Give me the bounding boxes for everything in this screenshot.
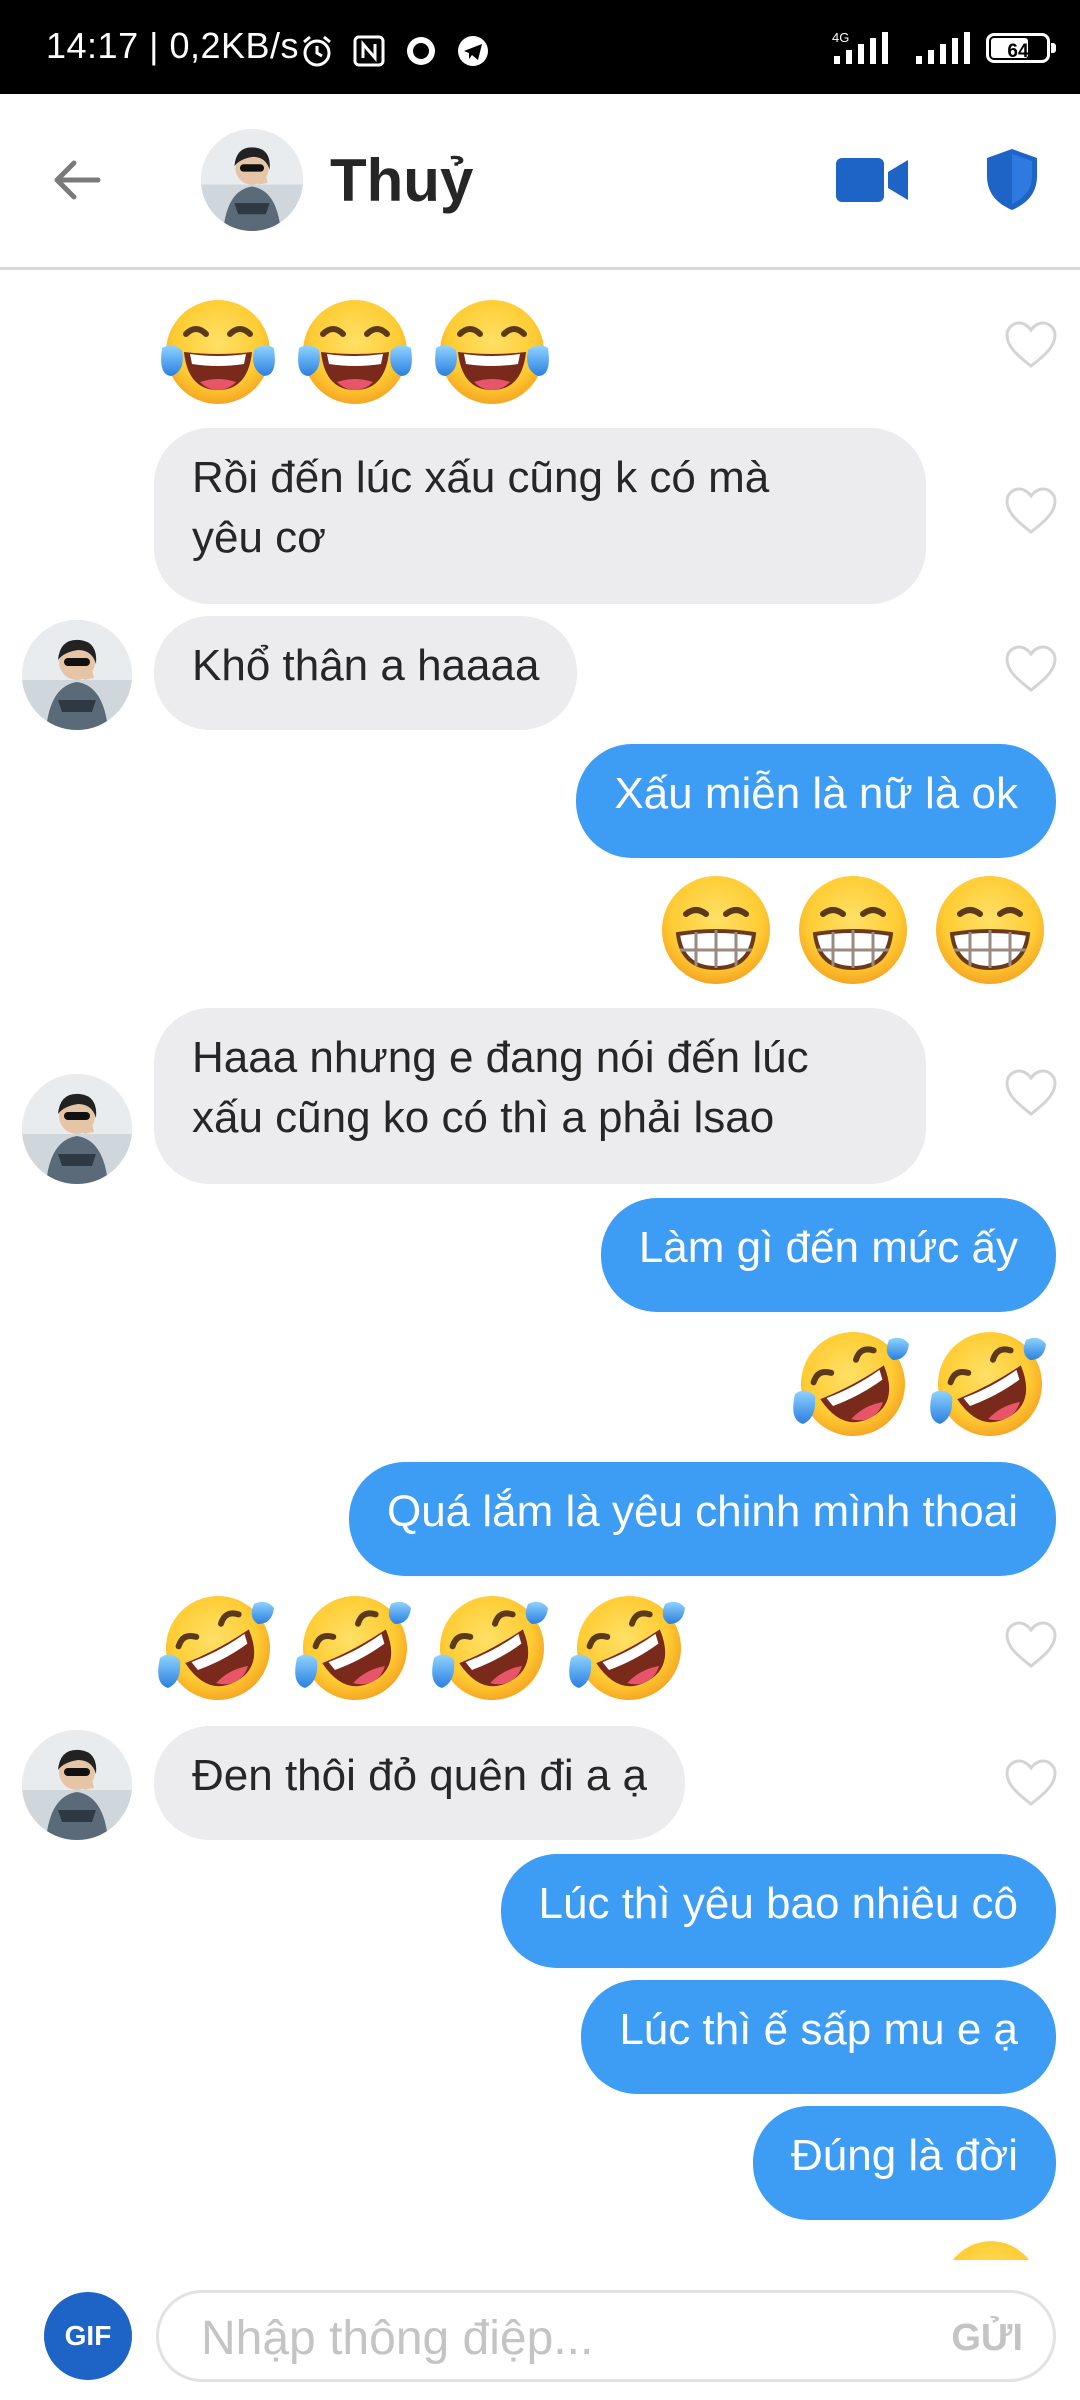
message-text: Lúc thì yêu bao nhiêu cô — [538, 1879, 1018, 1928]
message-text: Xấu miễn là nữ là ok — [614, 769, 1018, 818]
contact-name[interactable]: Thuỷ — [330, 146, 473, 215]
signal-icon — [916, 32, 970, 64]
grinning-face-icon — [793, 870, 913, 990]
grinning-face-icon — [656, 870, 776, 990]
alarm-icon — [303, 35, 331, 67]
network-label: 4G — [832, 30, 849, 45]
partial-emoji-icon — [936, 2232, 1046, 2260]
outgoing-message-bubble[interactable]: Lúc thì ế sấp mu e ạ — [581, 1980, 1056, 2094]
outgoing-message-bubble[interactable]: Đúng là đời — [753, 2106, 1056, 2220]
rolling-on-floor-laughing-icon — [295, 1588, 415, 1708]
status-system-icons: 4G 64 — [830, 30, 1056, 66]
avatar-image — [201, 129, 303, 231]
message-text: yêu cơ — [192, 513, 327, 562]
emoji-message[interactable] — [158, 1588, 689, 1708]
status-notification-icons — [300, 34, 490, 68]
incoming-message-bubble[interactable]: Haaa nhưng e đang nói đến lúc xấu cũng k… — [154, 1008, 926, 1184]
status-time: 14:17 | 0,2KB/s — [46, 25, 300, 66]
outgoing-message-bubble[interactable]: Quá lắm là yêu chinh mình thoai — [348, 1462, 1056, 1576]
chat-header: Thuỷ — [0, 94, 1080, 270]
outgoing-message-bubble[interactable]: Làm gì đến mức ấy — [600, 1198, 1056, 1312]
like-heart-icon[interactable] — [1004, 1758, 1058, 1808]
rolling-on-floor-laughing-icon — [793, 1324, 913, 1444]
emoji-message[interactable] — [158, 290, 552, 410]
message-text: Haaa nhưng e đang nói đến lúc — [192, 1033, 809, 1082]
like-heart-icon[interactable] — [1004, 486, 1058, 536]
contact-avatar[interactable] — [201, 129, 303, 231]
battery-icon: 64 — [986, 33, 1056, 63]
sender-avatar[interactable] — [22, 1074, 132, 1184]
outgoing-message-bubble[interactable]: Lúc thì yêu bao nhiêu cô — [500, 1854, 1056, 1968]
avatar-image — [22, 620, 132, 730]
like-heart-icon[interactable] — [1004, 644, 1058, 694]
face-with-tears-of-joy-icon — [432, 290, 552, 410]
avatar-image — [22, 1074, 132, 1184]
sender-avatar[interactable] — [22, 620, 132, 730]
signal-4g-icon: 4G — [832, 30, 888, 64]
message-text: Quá lắm là yêu chinh mình thoai — [386, 1487, 1018, 1536]
sender-avatar[interactable] — [22, 1730, 132, 1840]
message-text: Lúc thì ế sấp mu e ạ — [619, 2005, 1018, 2054]
message-text: Làm gì đến mức ấy — [638, 1223, 1018, 1272]
emoji-message[interactable] — [793, 1324, 1050, 1444]
grinning-face-icon — [930, 870, 1050, 990]
message-text: Khổ thân a haaaa — [192, 641, 540, 690]
telegram-icon — [458, 36, 488, 66]
emoji-message[interactable] — [656, 870, 1050, 990]
nfc-icon — [353, 35, 385, 67]
status-bar: 14:17 | 0,2KB/s 4G 64 — [0, 0, 1080, 94]
face-with-tears-of-joy-icon — [158, 290, 278, 410]
record-icon — [407, 37, 435, 65]
message-text: Đen thôi đỏ quên đi a ạ — [192, 1751, 648, 1800]
avatar-image — [22, 1730, 132, 1840]
like-heart-icon[interactable] — [1004, 320, 1058, 370]
message-input[interactable] — [199, 2307, 843, 2369]
face-with-tears-of-joy-icon — [295, 290, 415, 410]
message-composer: GIF GỬI — [0, 2260, 1080, 2400]
like-heart-icon[interactable] — [1004, 1068, 1058, 1118]
outgoing-message-bubble[interactable]: Xấu miễn là nữ là ok — [576, 744, 1056, 858]
rolling-on-floor-laughing-icon — [930, 1324, 1050, 1444]
rolling-on-floor-laughing-icon — [569, 1588, 689, 1708]
shield-icon[interactable] — [984, 146, 1040, 212]
incoming-message-bubble[interactable]: Khổ thân a haaaa — [154, 616, 578, 730]
message-list[interactable]: Rồi đến lúc xấu cũng k có mà yêu cơ Khổ … — [0, 270, 1080, 2260]
like-heart-icon[interactable] — [1004, 1620, 1058, 1670]
send-button[interactable]: GỬI — [951, 2317, 1023, 2360]
message-text: Rồi đến lúc xấu cũng k có mà — [192, 453, 770, 502]
back-arrow-icon[interactable] — [46, 149, 108, 211]
video-call-icon[interactable] — [834, 154, 910, 206]
incoming-message-bubble[interactable]: Đen thôi đỏ quên đi a ạ — [154, 1726, 686, 1840]
message-input-box[interactable]: GỬI — [156, 2290, 1056, 2382]
rolling-on-floor-laughing-icon — [432, 1588, 552, 1708]
incoming-message-bubble[interactable]: Rồi đến lúc xấu cũng k có mà yêu cơ — [154, 428, 926, 604]
rolling-on-floor-laughing-icon — [158, 1588, 278, 1708]
battery-level: 64 — [1007, 41, 1029, 62]
message-text: Đúng là đời — [791, 2131, 1018, 2180]
gif-button[interactable]: GIF — [44, 2292, 132, 2380]
message-text: xấu cũng ko có thì a phải lsao — [192, 1093, 775, 1142]
